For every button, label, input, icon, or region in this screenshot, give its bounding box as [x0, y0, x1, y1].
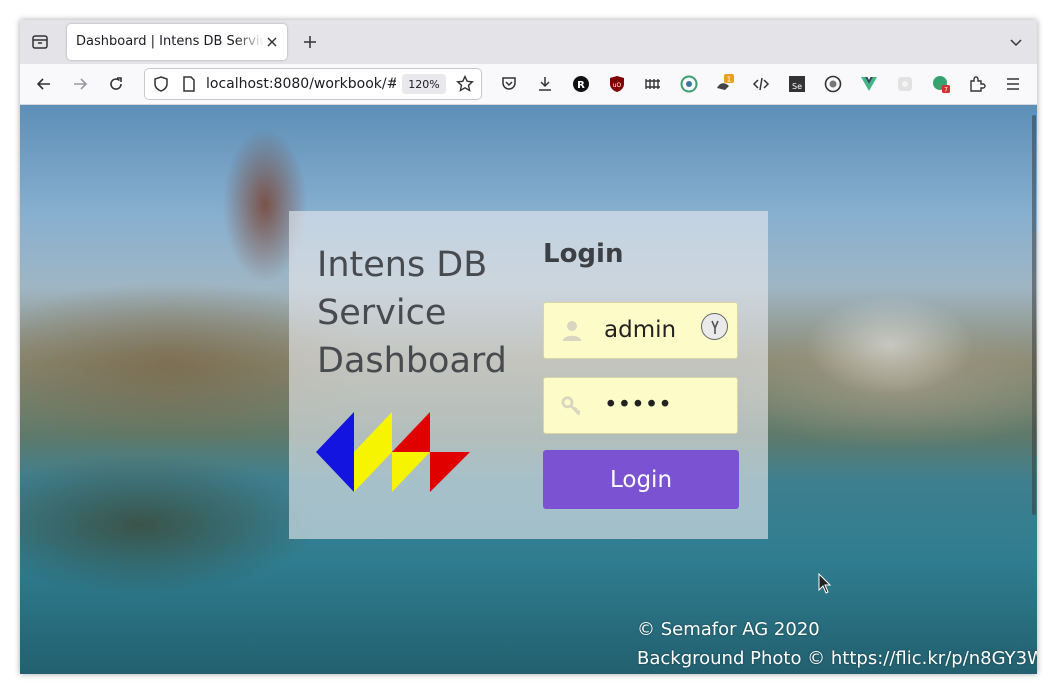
snapshot-icon[interactable]: [895, 74, 915, 94]
password-manager-icon[interactable]: 7: [931, 74, 951, 94]
close-icon[interactable]: [263, 33, 281, 51]
download-icon[interactable]: [535, 74, 555, 94]
username-value[interactable]: admin: [604, 317, 676, 343]
browser-tab[interactable]: Dashboard | Intens DB Service Dashboard: [67, 24, 287, 60]
keepass-icon[interactable]: [701, 313, 728, 340]
app-title: Intens DB Service Dashboard: [317, 245, 507, 381]
copyright-text: © Semafor AG 2020: [637, 619, 820, 640]
page-icon[interactable]: [180, 75, 198, 93]
svg-text:uO: uO: [613, 82, 622, 89]
disconnect-icon[interactable]: [823, 74, 843, 94]
mouse-cursor-icon: [818, 573, 832, 594]
chevron-down-icon[interactable]: [1005, 31, 1027, 53]
user-icon: [561, 320, 583, 342]
new-tab-icon[interactable]: [299, 31, 321, 53]
selenium-icon[interactable]: Se: [787, 74, 807, 94]
firefox-view-icon[interactable]: [28, 30, 52, 54]
svg-text:R: R: [577, 80, 585, 91]
key-icon: [561, 395, 583, 417]
back-arrow-icon[interactable]: [32, 72, 56, 96]
tampermonkey-icon[interactable]: 1: [715, 74, 735, 94]
browser-window: Dashboard | Intens DB Service Dashboard: [20, 20, 1037, 674]
page-content: Intens DB Service Dashboard Login admin: [20, 105, 1037, 674]
login-button[interactable]: Login: [543, 450, 739, 509]
photo-credit-text: Background Photo © https://flic.kr/p/n8G…: [637, 648, 1037, 669]
pocket-icon[interactable]: [499, 74, 519, 94]
reload-icon[interactable]: [104, 72, 128, 96]
url-text[interactable]: localhost:8080/workbook/#/login: [206, 76, 396, 92]
devtools-icon[interactable]: [751, 74, 771, 94]
bookmark-star-icon[interactable]: [455, 74, 475, 94]
svg-text:Se: Se: [792, 82, 802, 91]
navigation-bar: localhost:8080/workbook/#/login 120% R u…: [20, 64, 1037, 105]
company-logo: [316, 412, 470, 492]
svg-text:1: 1: [727, 76, 731, 84]
readwise-icon[interactable]: R: [571, 74, 591, 94]
zoom-level-badge[interactable]: 120%: [402, 74, 446, 94]
login-panel: Intens DB Service Dashboard Login admin: [289, 211, 768, 539]
shield-icon[interactable]: [152, 75, 170, 93]
menu-icon[interactable]: [1003, 74, 1023, 94]
ruler-icon[interactable]: [643, 74, 663, 94]
vue-icon[interactable]: [859, 74, 879, 94]
username-field[interactable]: admin: [543, 302, 738, 359]
svg-text:7: 7: [944, 87, 948, 94]
address-bar[interactable]: localhost:8080/workbook/#/login 120%: [144, 68, 482, 100]
scrollbar[interactable]: [1032, 115, 1036, 515]
refresh-circle-icon[interactable]: [679, 74, 699, 94]
forward-arrow-icon[interactable]: [68, 72, 92, 96]
tab-strip: Dashboard | Intens DB Service Dashboard: [20, 20, 1037, 64]
login-heading: Login: [543, 239, 624, 269]
extensions-icon[interactable]: [967, 74, 987, 94]
ublock-icon[interactable]: uO: [607, 74, 627, 94]
tab-title: Dashboard | Intens DB Service Dashboard: [76, 34, 264, 49]
password-value[interactable]: •••••: [604, 392, 672, 418]
password-field[interactable]: •••••: [543, 377, 738, 434]
